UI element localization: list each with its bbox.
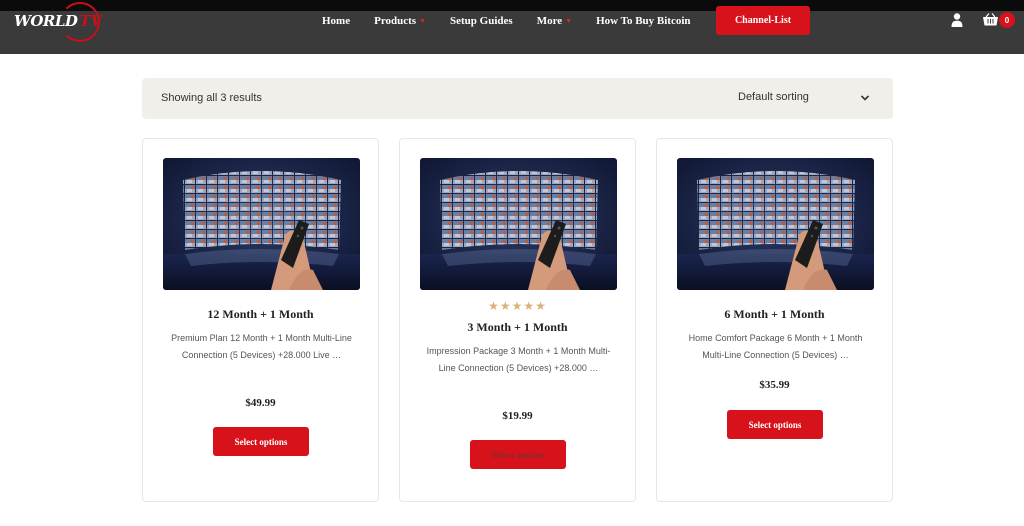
product-title[interactable]: 6 Month + 1 Month [657, 307, 892, 322]
sort-select[interactable]: Default sorting [738, 91, 809, 103]
channel-list-button[interactable]: Channel-List [716, 6, 810, 35]
product-image[interactable] [420, 158, 617, 290]
shop-toolbar: Showing all 3 results Default sorting [142, 78, 893, 119]
nav-how-to-buy-bitcoin-label: How To Buy Bitcoin [596, 15, 691, 27]
product-title[interactable]: 3 Month + 1 Month [400, 320, 635, 335]
cart-count-badge: 0 [999, 12, 1015, 28]
product-price: $49.99 [245, 397, 276, 409]
main-nav: Home Products ▼ Setup Guides More ▼ How … [322, 14, 715, 28]
chevron-down-icon[interactable] [860, 93, 870, 103]
site-logo[interactable]: WORLD TV [14, 2, 102, 42]
header-top-strip [0, 0, 1024, 11]
product-description: Home Comfort Package 6 Month + 1 Month M… [688, 333, 863, 360]
product-card: ★★★★★ 3 Month + 1 Month Impression Packa… [399, 138, 636, 502]
product-image[interactable] [677, 158, 874, 290]
select-options-button[interactable]: Select options [727, 410, 823, 439]
nav-home-label: Home [322, 15, 351, 27]
dropdown-caret-icon: ▼ [419, 17, 427, 25]
nav-setup-guides[interactable]: Setup Guides [450, 15, 513, 27]
select-options-button[interactable]: Select options [470, 440, 566, 469]
nav-more-label: More [536, 15, 563, 27]
product-card: 12 Month + 1 Month Premium Plan 12 Month… [142, 138, 379, 502]
basket-icon[interactable] [983, 13, 998, 26]
logo-ring-icon [60, 2, 100, 42]
nav-products-label: Products [374, 15, 417, 27]
product-title[interactable]: 12 Month + 1 Month [143, 307, 378, 322]
nav-setup-guides-label: Setup Guides [450, 15, 513, 27]
nav-how-to-buy-bitcoin[interactable]: How To Buy Bitcoin [596, 15, 690, 27]
product-card: 6 Month + 1 Month Home Comfort Package 6… [656, 138, 893, 502]
product-price: $35.99 [759, 379, 790, 391]
product-price: $19.99 [502, 410, 533, 422]
nav-more[interactable]: More ▼ [537, 15, 572, 27]
dropdown-caret-icon: ▼ [565, 17, 573, 25]
nav-home[interactable]: Home [322, 15, 350, 27]
product-description: Impression Package 3 Month + 1 Month Mul… [426, 346, 611, 373]
user-icon[interactable] [951, 13, 963, 27]
site-header: WORLD TV Home Products ▼ Setup Guides Mo… [0, 0, 1024, 54]
result-count: Showing all 3 results [161, 92, 262, 104]
nav-products[interactable]: Products ▼ [374, 15, 426, 27]
select-options-button[interactable]: Select options [213, 427, 309, 456]
product-description: Premium Plan 12 Month + 1 Month Multi-Li… [171, 333, 352, 360]
product-image[interactable] [163, 158, 360, 290]
rating-stars-icon: ★★★★★ [488, 299, 547, 313]
